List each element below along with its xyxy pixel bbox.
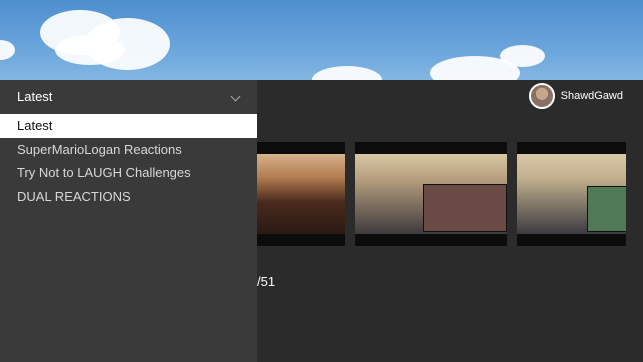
cloud bbox=[55, 35, 125, 65]
sky-banner bbox=[0, 0, 643, 82]
avatar bbox=[528, 83, 555, 109]
video-thumbnail[interactable] bbox=[355, 142, 507, 246]
dropdown-option-dual-reactions[interactable]: DUAL REACTIONS bbox=[0, 185, 257, 209]
page-counter: /51 bbox=[257, 274, 276, 289]
dropdown-option-latest[interactable]: Latest bbox=[0, 114, 257, 138]
thumbnail-image bbox=[355, 154, 507, 234]
video-thumbnail[interactable] bbox=[517, 142, 626, 246]
thumbnail-inset bbox=[587, 186, 626, 232]
thumbnail-image bbox=[257, 154, 345, 234]
cloud bbox=[0, 40, 15, 60]
chevron-down-icon bbox=[230, 91, 241, 102]
dropdown-option-try-not-to-laugh[interactable]: Try Not to LAUGH Challenges bbox=[0, 161, 257, 185]
dropdown-selected-label: Latest bbox=[17, 89, 53, 104]
channel-name: ShawdGawd bbox=[560, 90, 623, 102]
dropdown-option-supermariologan-reactions[interactable]: SuperMarioLogan Reactions bbox=[0, 138, 257, 162]
cloud bbox=[500, 45, 545, 67]
dropdown-options: Latest SuperMarioLogan Reactions Try Not… bbox=[0, 114, 257, 208]
dropdown-header[interactable]: Latest bbox=[0, 80, 257, 114]
channel-chip[interactable]: ShawdGawd bbox=[528, 83, 623, 109]
video-thumbnail[interactable] bbox=[257, 142, 345, 246]
thumbnail-inset bbox=[423, 184, 507, 232]
dropdown-panel: Latest Latest SuperMarioLogan Reactions … bbox=[0, 80, 257, 362]
thumbnail-image bbox=[517, 154, 626, 234]
